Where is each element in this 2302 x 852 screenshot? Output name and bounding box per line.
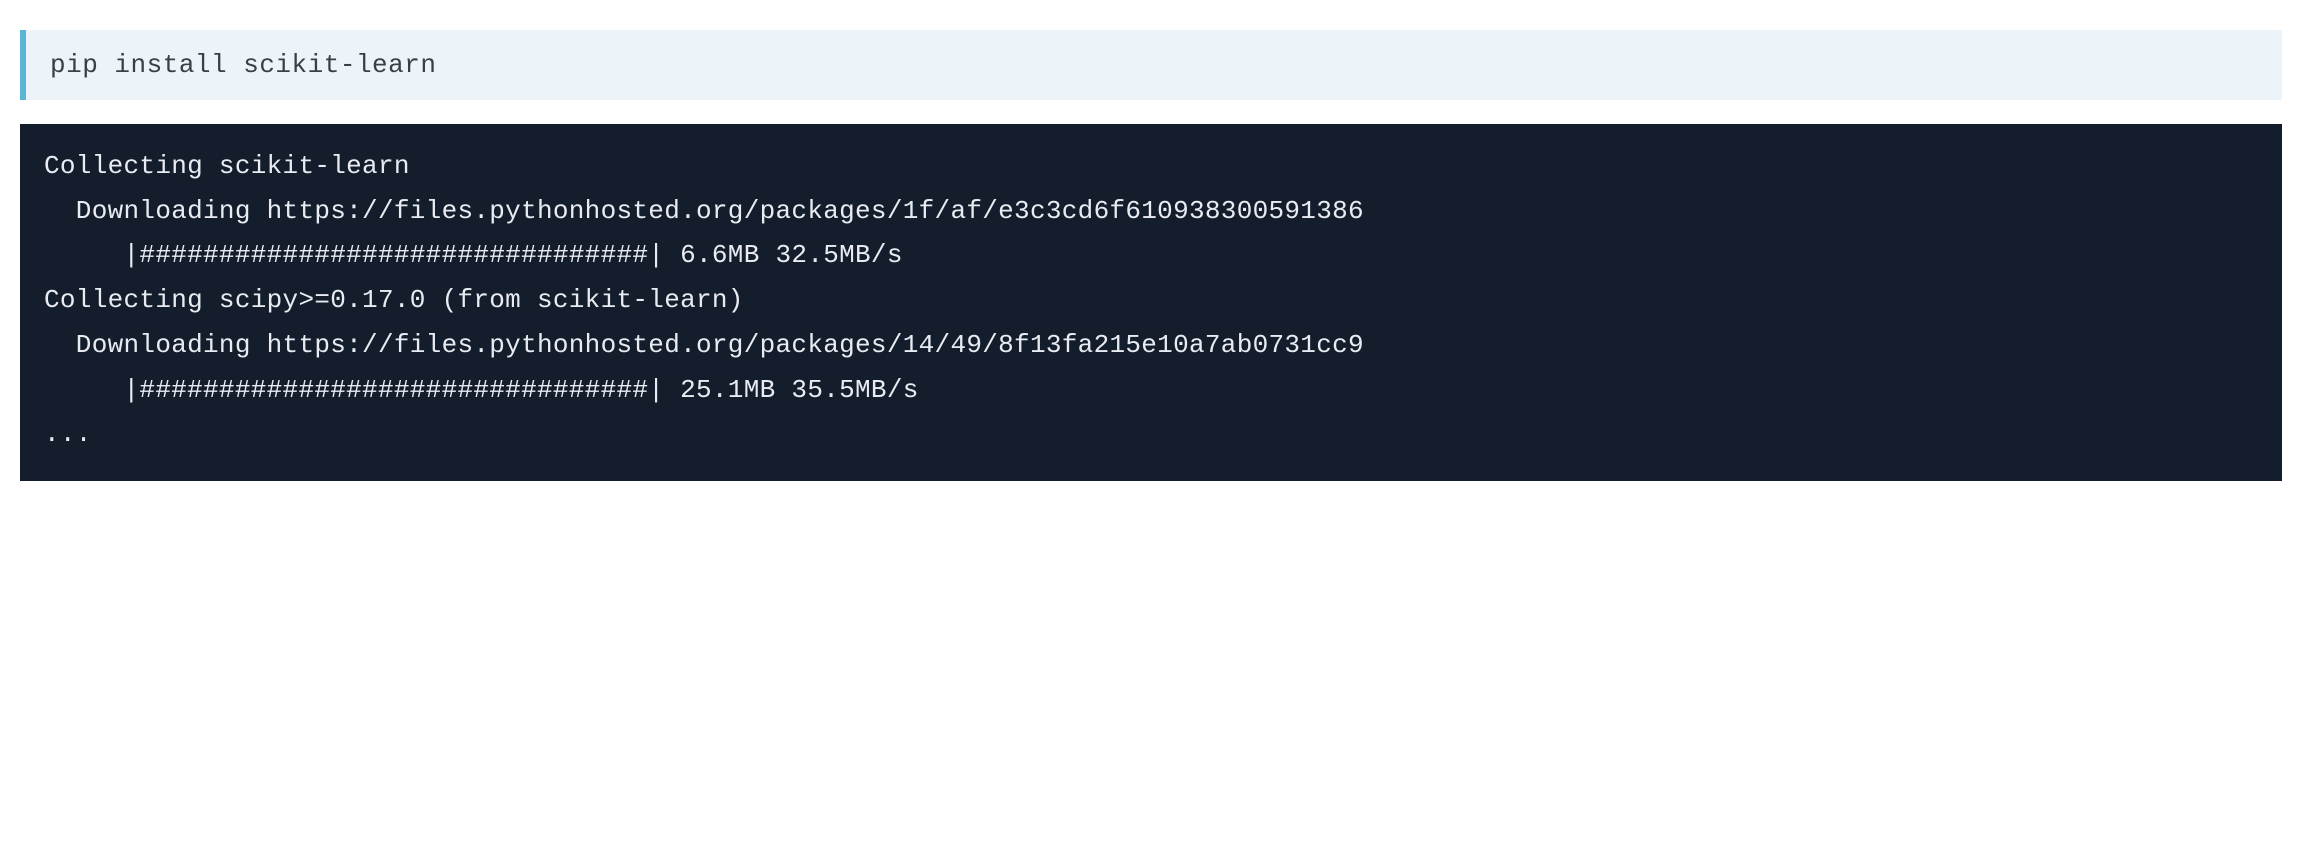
code-input-cell: pip install scikit-learn: [20, 30, 2282, 100]
code-output-cell: Collecting scikit-learn Downloading http…: [20, 124, 2282, 481]
